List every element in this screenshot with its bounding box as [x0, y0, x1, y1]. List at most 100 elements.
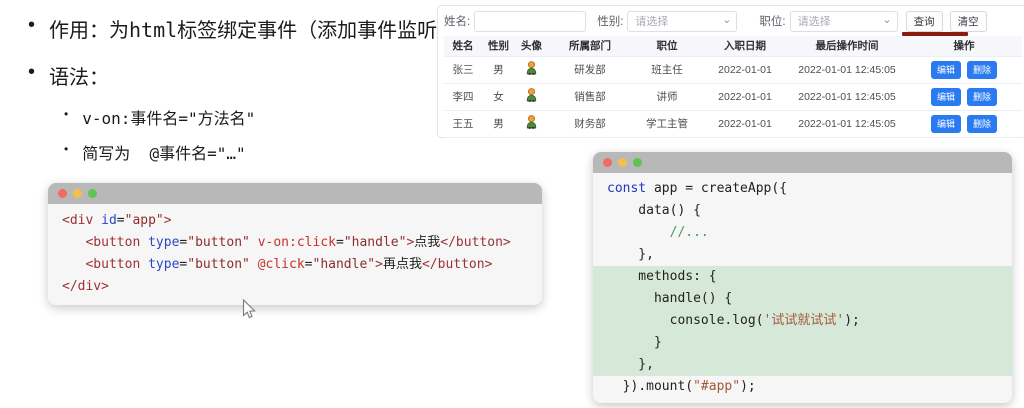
avatar-cell: [515, 110, 548, 137]
code-token: methods: {: [607, 269, 717, 284]
name-input[interactable]: [474, 11, 586, 32]
code-token: "button": [187, 257, 250, 272]
code-line: },: [593, 244, 1012, 266]
code-line: <div id="app">: [48, 210, 542, 232]
code-token: [250, 235, 258, 250]
js-code-block: const app = createApp({ data() { //... }…: [593, 173, 1012, 398]
bullet-marker: •: [28, 61, 35, 84]
html-code-window: <div id="app"> <button type="button" v-o…: [48, 183, 542, 305]
job-select[interactable]: 请选择 ⌄: [790, 11, 898, 32]
code-token: =: [305, 257, 313, 272]
code-line: </div>: [48, 276, 542, 298]
code-line: const app = createApp({: [593, 178, 1012, 200]
close-icon[interactable]: [603, 158, 612, 167]
avatar-cell: [515, 83, 548, 110]
edit-button[interactable]: 编辑: [931, 88, 961, 106]
table-cell: 男: [482, 110, 515, 137]
close-icon[interactable]: [58, 189, 67, 198]
table-cell: 2022-01-01 12:45:05: [788, 83, 906, 110]
table-cell: 2022-01-01: [702, 110, 788, 137]
code-token: },: [607, 357, 654, 372]
code-token: "button": [187, 235, 250, 250]
avatar-icon: [525, 88, 538, 102]
bullet-von-syntax: • v-on:事件名="方法名": [64, 105, 255, 129]
bullet-syntax: • 语法：: [28, 61, 109, 90]
bullet-marker: •: [28, 14, 35, 37]
code-token: v-on:click: [258, 235, 336, 250]
code-token: app = createApp({: [646, 181, 787, 196]
code-token: [607, 225, 670, 240]
edit-button[interactable]: 编辑: [931, 61, 961, 79]
window-titlebar: [48, 183, 542, 204]
code-token: }).mount(: [607, 379, 693, 394]
code-token: "handle": [313, 257, 376, 272]
code-token: >: [375, 257, 383, 272]
delete-button[interactable]: 删除: [967, 88, 997, 106]
column-header: 所属部门: [548, 36, 632, 56]
code-token: id: [101, 213, 117, 228]
code-token: [93, 213, 101, 228]
code-line: <button type="button" v-on:click="handle…: [48, 232, 542, 254]
code-token: );: [844, 313, 860, 328]
code-token: //...: [670, 225, 709, 240]
actions-cell: 编辑删除: [906, 110, 1022, 137]
minimize-icon[interactable]: [73, 189, 82, 198]
code-token: [250, 257, 258, 272]
column-header: 性别: [482, 36, 515, 56]
table-header-row: 姓名性别头像所属部门职位入职日期最后操作时间操作: [444, 36, 1022, 56]
table-cell: 王五: [444, 110, 482, 137]
code-line: }).mount("#app");: [593, 376, 1012, 398]
edit-button[interactable]: 编辑: [931, 115, 961, 133]
delete-button[interactable]: 删除: [967, 61, 997, 79]
gender-label: 性别:: [597, 13, 623, 29]
clear-button[interactable]: 清空: [950, 11, 987, 32]
code-token: '试试就试试': [764, 313, 845, 328]
table-cell: 2022-01-01: [702, 56, 788, 83]
code-line: //...: [593, 222, 1012, 244]
maximize-icon[interactable]: [633, 158, 642, 167]
search-form: 姓名: 性别: 请选择 ⌄ 职位: 请选择 ⌄ 查询 清空: [438, 6, 1024, 36]
vue-js-code-window: const app = createApp({ data() { //... }…: [593, 152, 1012, 403]
code-line: methods: {: [593, 266, 1012, 288]
table-cell: 研发部: [548, 56, 632, 83]
avatar-icon: [525, 115, 538, 129]
code-line: <button type="button" @click="handle">再点…: [48, 254, 542, 276]
query-button[interactable]: 查询: [906, 11, 943, 32]
code-token: const: [607, 181, 646, 196]
code-line: handle() {: [593, 288, 1012, 310]
code-token: );: [740, 379, 756, 394]
minimize-icon[interactable]: [618, 158, 627, 167]
employee-table: 姓名性别头像所属部门职位入职日期最后操作时间操作 张三男研发部班主任2022-0…: [444, 36, 1022, 138]
actions-cell: 编辑删除: [906, 83, 1022, 110]
job-select-value: 请选择: [798, 13, 831, 29]
code-token: <button: [85, 257, 140, 272]
column-header: 头像: [515, 36, 548, 56]
code-token: <button: [85, 235, 140, 250]
html-code-block: <div id="app"> <button type="button" v-o…: [48, 204, 542, 298]
purpose-text: 作用：为html标签绑定事件（添加事件监听）: [49, 14, 457, 43]
gender-select[interactable]: 请选择 ⌄: [627, 11, 737, 32]
name-label: 姓名:: [444, 13, 470, 29]
code-line: }: [593, 332, 1012, 354]
code-token: </div>: [62, 279, 109, 294]
mouse-cursor-icon: [242, 299, 257, 320]
slide-canvas: • 作用：为html标签绑定事件（添加事件监听） • 语法： • v-on:事件…: [0, 0, 1024, 408]
code-token: [140, 257, 148, 272]
table-cell: 班主任: [632, 56, 702, 83]
code-token: "handle": [344, 235, 407, 250]
window-titlebar: [593, 152, 1012, 173]
avatar-cell: [515, 56, 548, 83]
table-cell: 2022-01-01: [702, 83, 788, 110]
code-line: },: [593, 354, 1012, 376]
code-token: </button>: [422, 257, 492, 272]
von-syntax-text: v-on:事件名="方法名": [82, 105, 255, 129]
code-token: [62, 257, 85, 272]
maximize-icon[interactable]: [88, 189, 97, 198]
column-header: 姓名: [444, 36, 482, 56]
table-cell: 讲师: [632, 83, 702, 110]
code-token: </button>: [440, 235, 510, 250]
table-cell: 2022-01-01 12:45:05: [788, 56, 906, 83]
bullet-shorthand: • 简写为 @事件名="…": [64, 140, 246, 164]
delete-button[interactable]: 删除: [967, 115, 997, 133]
code-token: 点我: [414, 235, 440, 250]
